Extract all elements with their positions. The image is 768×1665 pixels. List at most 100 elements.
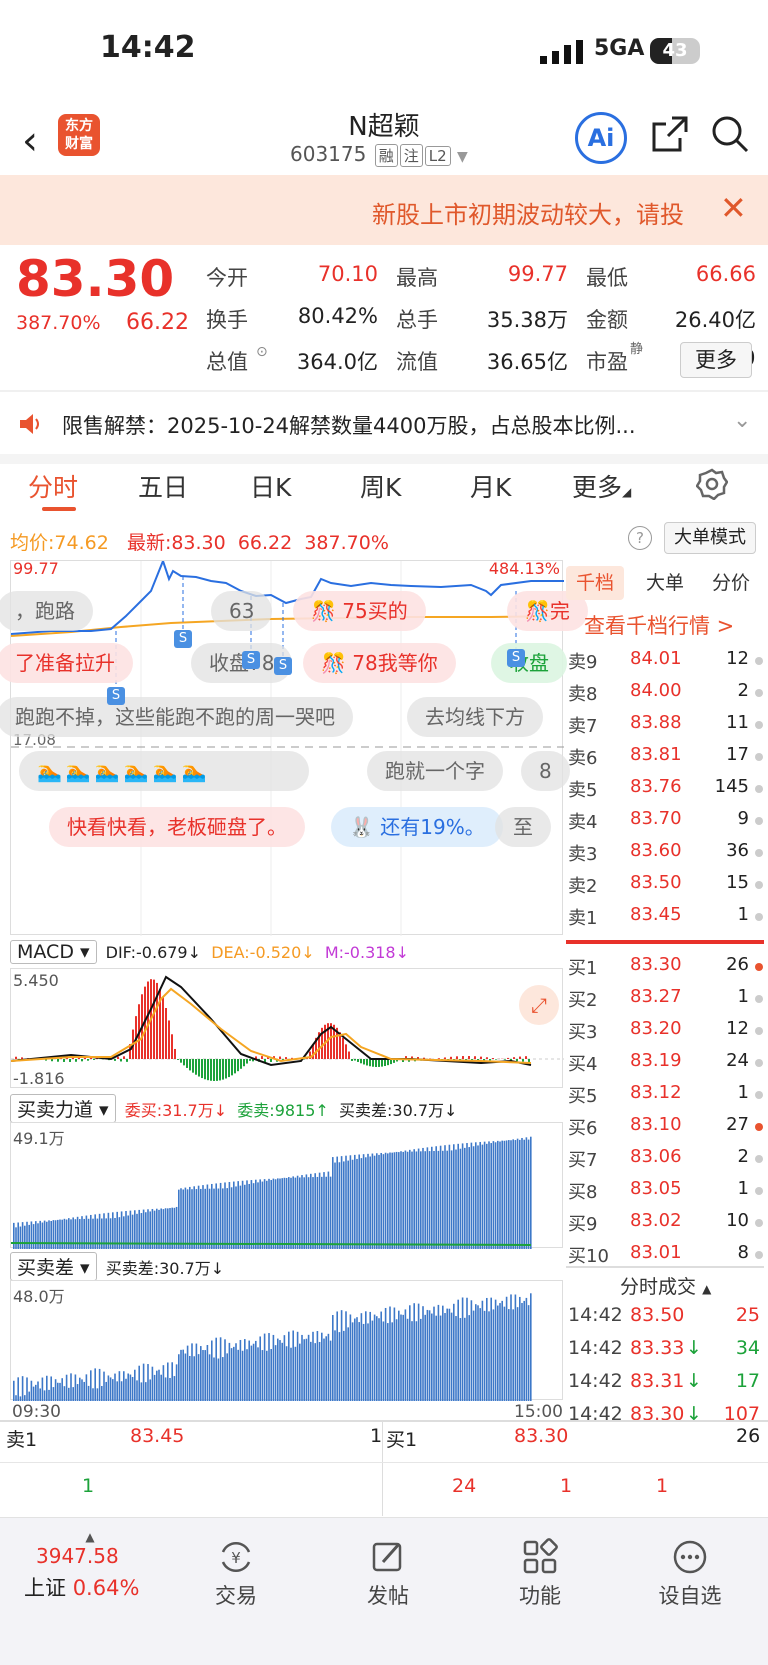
high-pct-label: 484.13% <box>488 559 560 578</box>
comment-bubble[interactable]: 跑就一个字 <box>367 751 503 791</box>
tab-daily-k[interactable]: 日K <box>250 468 291 504</box>
sell-marker-icon[interactable]: S <box>107 687 125 705</box>
macd-bar <box>492 1058 494 1059</box>
bid-row[interactable]: 买9 83.02 10 <box>568 1210 763 1240</box>
bid-row[interactable]: 买2 83.27 1 <box>568 986 763 1016</box>
tab-depth[interactable]: 千档 <box>566 566 625 600</box>
bid-row[interactable]: 买1 83.30 26 <box>568 954 763 984</box>
notice-bar[interactable]: 限售解禁：2025-10-24解禁数量4400万股，占总股本比例... ⌄ <box>0 394 768 454</box>
comment-bubble[interactable]: 🎊 78我等你 <box>303 643 456 683</box>
macd-selector[interactable]: MACD ▾ <box>10 940 97 964</box>
divider <box>382 1420 383 1516</box>
ask-row[interactable]: 卖6 83.81 17 <box>568 744 763 774</box>
diff-bar <box>186 1345 189 1401</box>
search-icon[interactable] <box>710 114 750 154</box>
nav-post[interactable]: 发帖 <box>338 1538 438 1610</box>
gear-icon[interactable] <box>696 468 728 500</box>
view-depth-link[interactable]: 查看千档行情 > <box>584 610 734 640</box>
bid-row[interactable]: 买8 83.05 1 <box>568 1178 763 1208</box>
sell-marker-icon[interactable]: S <box>242 651 260 669</box>
nav-add-watchlist[interactable]: 设自选 <box>640 1538 740 1610</box>
ask-row[interactable]: 卖5 83.76 145 <box>568 776 763 806</box>
comment-bubble[interactable]: 🐰 还有19%。 <box>331 807 503 847</box>
sell-marker-icon[interactable]: S <box>274 657 292 675</box>
price-legend: 均价:74.62 最新:83.30 66.22 387.70% <box>10 532 389 554</box>
tab-monthly-k[interactable]: 月K <box>470 468 511 504</box>
comment-bubble[interactable]: 63 <box>211 591 273 631</box>
ask-row[interactable]: 卖1 83.45 1 <box>568 904 763 934</box>
nav-trade[interactable]: ¥ 交易 <box>186 1538 286 1610</box>
level-volume: 1 <box>737 1178 749 1199</box>
diff-bar <box>107 1375 110 1401</box>
sell-marker-icon[interactable]: S <box>507 649 525 667</box>
stock-code-row[interactable]: 603175 融注 L2 ▼ <box>290 142 468 167</box>
comment-bubble[interactable]: ，跑路 <box>0 591 93 631</box>
bid-row[interactable]: 买7 83.06 2 <box>568 1146 763 1176</box>
trades-header[interactable]: 分时成交 ▲ <box>620 1272 711 1299</box>
more-button[interactable]: 更多 <box>680 342 752 378</box>
comment-bubble[interactable]: 去均线下方 <box>407 697 543 737</box>
diff-bar <box>263 1333 266 1401</box>
force-bar <box>244 1184 246 1249</box>
diff-bar <box>15 1395 17 1401</box>
big-order-mode-button[interactable]: 大单模式 <box>664 522 756 554</box>
orderbook-tabs: 千档 大单 分价 <box>566 566 766 600</box>
comment-bubble[interactable]: 了准备拉升 <box>0 643 133 683</box>
diff-bar <box>46 1375 48 1401</box>
tab-price-dist[interactable]: 分价 <box>702 566 760 600</box>
tab-weekly-k[interactable]: 周K <box>360 468 401 504</box>
macd-chart[interactable]: 5.450 -1.816 ⤢ <box>10 968 564 1088</box>
expand-icon[interactable]: ⤢ <box>519 985 559 1025</box>
diff-top-label: 48.0万 <box>13 1287 65 1306</box>
info-icon[interactable]: ⊙ <box>256 344 268 360</box>
diff-selector[interactable]: 买卖差 ▾ <box>10 1252 97 1281</box>
index-ticker[interactable]: ▲ 3947.58 上证 0.64% <box>20 1530 160 1602</box>
comment-bubble[interactable]: 8 <box>521 751 570 791</box>
share-icon[interactable] <box>650 114 690 154</box>
tab-intraday[interactable]: 分时 <box>28 468 78 504</box>
tab-five-day[interactable]: 五日 <box>138 468 188 504</box>
comment-bubble[interactable]: 跑跑不掉，这些能跑不跑的周一哭吧 <box>0 697 353 737</box>
diff-bar <box>347 1327 349 1401</box>
diff-bar <box>424 1314 426 1401</box>
comment-bubble[interactable]: 至 <box>495 807 551 847</box>
nav-functions[interactable]: 功能 <box>490 1538 590 1610</box>
ask-row[interactable]: 卖9 84.01 12 <box>568 648 763 678</box>
bid-row[interactable]: 买5 83.12 1 <box>568 1082 763 1112</box>
force-selector[interactable]: 买卖力道 ▾ <box>10 1094 116 1123</box>
ai-assistant-button[interactable]: Ai <box>575 112 627 164</box>
trade-row: 14:42 83.33 ↓ 34 <box>566 1337 764 1367</box>
macd-bar <box>126 1059 128 1062</box>
ask-row[interactable]: 卖2 83.50 15 <box>568 872 763 902</box>
yuan-exchange-icon: ¥ <box>221 1542 251 1572</box>
ask-row[interactable]: 卖7 83.88 11 <box>568 712 763 742</box>
force-bar <box>323 1172 325 1249</box>
comment-bubble[interactable]: 🏊🏊🏊🏊🏊🏊 <box>19 751 309 791</box>
sell-marker-icon[interactable]: S <box>174 630 192 648</box>
ask-row[interactable]: 卖4 83.70 9 <box>568 808 763 838</box>
intraday-chart[interactable]: 99.77 484.13% 17.08 ，跑路 63 🎊 75买的 🎊完 了准备… <box>0 559 588 936</box>
comment-bubble[interactable]: 🎊 75买的 <box>293 591 426 631</box>
chevron-down-icon[interactable]: ⌄ <box>733 408 751 433</box>
bid-row[interactable]: 买4 83.19 24 <box>568 1050 763 1080</box>
macd-bar <box>171 1034 173 1059</box>
ask-row[interactable]: 卖8 84.00 2 <box>568 680 763 710</box>
macd-bar <box>360 1059 362 1064</box>
bid-row[interactable]: 买6 83.10 27 <box>568 1114 763 1144</box>
comment-bubble[interactable]: 收盘 <box>491 643 567 683</box>
force-bar <box>30 1221 33 1249</box>
bid-row[interactable]: 买3 83.20 12 <box>568 1018 763 1048</box>
diff-bar <box>109 1377 112 1401</box>
gift-icon: 🎊 <box>525 599 550 623</box>
macd-bar <box>192 1059 194 1073</box>
tab-big-orders[interactable]: 大单 <box>636 566 694 600</box>
force-bar <box>422 1147 424 1249</box>
ask-row[interactable]: 卖3 83.60 36 <box>568 840 763 870</box>
close-icon[interactable]: ✕ <box>720 189 747 227</box>
tab-more[interactable]: 更多◢ <box>572 468 631 504</box>
force-bar <box>189 1186 191 1249</box>
force-chart[interactable]: 49.1万 <box>10 1122 563 1249</box>
comment-bubble[interactable]: 快看快看，老板砸盘了。 <box>49 807 305 847</box>
help-icon[interactable]: ? <box>628 526 652 550</box>
diff-chart[interactable]: 48.0万 <box>10 1280 563 1401</box>
